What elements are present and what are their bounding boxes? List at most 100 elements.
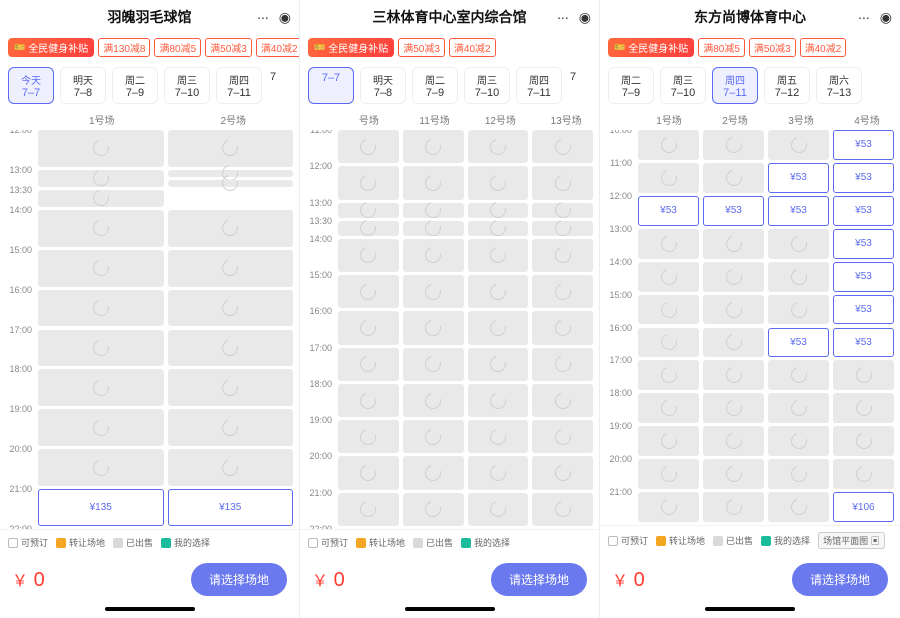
slot-available[interactable]: ¥53 <box>833 196 894 226</box>
date-tab-date: 7–12 <box>767 87 807 99</box>
close-icon[interactable]: ◉ <box>579 10 591 24</box>
time-label: 18:00 <box>609 388 632 398</box>
slot-sold <box>338 203 399 218</box>
footer: ￥ 0请选择场地 <box>600 555 900 600</box>
promo-row: 全民健身补贴满50减3满40减2 <box>300 34 599 63</box>
legend-item: 可预订 <box>608 534 648 547</box>
legend: 可预订转让场地已出售我的选择场馆平面图 ▣ <box>600 525 900 555</box>
date-tabs[interactable]: 周二7–9周三7–10周四7–11周五7–12周六7–13 <box>600 63 900 112</box>
date-tab-overflow[interactable]: 7 <box>568 67 578 104</box>
grid-body[interactable]: 12:0013:0013:3014:0015:0016:0017:0018:00… <box>0 130 299 529</box>
slot-sold <box>638 229 699 259</box>
floor-plan-button[interactable]: 场馆平面图 ▣ <box>818 532 885 549</box>
court-column: ¥53¥53¥53 <box>766 130 831 525</box>
slot-sold <box>403 348 464 381</box>
slot-available[interactable]: ¥53 <box>833 295 894 325</box>
close-icon[interactable]: ◉ <box>279 10 291 24</box>
legend-label: 转让场地 <box>69 536 105 549</box>
date-tabs[interactable]: 今天7–7明天7–8周二7–9周三7–10周四7–117 <box>0 63 299 112</box>
date-tab-label: 周三 <box>467 72 507 87</box>
slot-sold <box>703 229 764 259</box>
venue-title: 东方尚博体育中心 <box>694 7 806 27</box>
slot-available[interactable]: ¥53 <box>638 196 699 226</box>
select-court-button[interactable]: 请选择场地 <box>792 563 888 596</box>
promo-tag: 满50减3 <box>749 38 796 57</box>
time-label: 17:00 <box>309 343 332 353</box>
date-tab[interactable]: 周二7–9 <box>608 67 654 104</box>
slot-available[interactable]: ¥135 <box>38 489 164 526</box>
time-label: 22:00 <box>309 524 332 529</box>
slot-sold <box>338 221 399 236</box>
court-column <box>401 130 466 529</box>
slot-available[interactable]: ¥53 <box>833 328 894 358</box>
close-icon[interactable]: ◉ <box>880 10 892 24</box>
slot-sold <box>38 409 164 446</box>
slot-available[interactable]: ¥53 <box>768 328 829 358</box>
slot-available[interactable]: ¥106 <box>833 492 894 522</box>
date-tab[interactable]: 周四7–11 <box>712 67 758 104</box>
date-tab[interactable]: 周三7–10 <box>164 67 210 104</box>
court-column <box>530 130 595 529</box>
time-label: 12:00 <box>9 130 32 135</box>
more-icon[interactable]: ∙∙∙ <box>858 10 870 24</box>
date-tab[interactable]: 7–7 <box>308 67 354 104</box>
slot-available[interactable]: ¥53 <box>833 262 894 292</box>
slot-sold <box>468 130 529 163</box>
slot-sold <box>703 360 764 390</box>
date-tabs[interactable]: 7–7明天7–8周二7–9周三7–10周四7–117 <box>300 63 599 112</box>
slot-available[interactable]: ¥53 <box>768 196 829 226</box>
date-tab[interactable]: 周五7–12 <box>764 67 810 104</box>
slot-available[interactable]: ¥53 <box>833 130 894 160</box>
slot-sold <box>638 130 699 160</box>
date-tab[interactable]: 周四7–11 <box>216 67 262 104</box>
date-tab[interactable]: 明天7–8 <box>60 67 106 104</box>
court-column: ¥135 <box>36 130 166 529</box>
slot-available[interactable]: ¥53 <box>833 163 894 193</box>
slot-sold <box>638 492 699 522</box>
grid-body[interactable]: 11:0012:0013:0013:3014:0015:0016:0017:00… <box>300 130 599 529</box>
select-court-button[interactable]: 请选择场地 <box>191 563 287 596</box>
grid-body[interactable]: 10:0011:0012:0013:0014:0015:0016:0017:00… <box>600 130 900 525</box>
slot-sold <box>338 239 399 272</box>
slot-sold <box>638 295 699 325</box>
date-tab[interactable]: 周三7–10 <box>464 67 510 104</box>
slot-sold <box>403 239 464 272</box>
time-label: 22:00 <box>9 524 32 529</box>
select-court-button[interactable]: 请选择场地 <box>491 563 587 596</box>
slot-sold <box>468 348 529 381</box>
slot-sold <box>768 426 829 456</box>
slot-sold <box>403 166 464 199</box>
slot-available[interactable]: ¥53 <box>768 163 829 193</box>
time-label: 19:00 <box>309 415 332 425</box>
slot-available[interactable]: ¥53 <box>833 229 894 259</box>
date-tab[interactable]: 周二7–9 <box>112 67 158 104</box>
court-header: 4号场 <box>834 112 900 130</box>
date-tab[interactable]: 今天7–7 <box>8 67 54 104</box>
date-tab-label: 周二 <box>415 72 455 87</box>
slot-available[interactable]: ¥135 <box>168 489 294 526</box>
date-tab[interactable]: 周六7–13 <box>816 67 862 104</box>
legend-swatch <box>713 536 723 546</box>
slot-sold <box>338 493 399 526</box>
date-tab[interactable]: 周二7–9 <box>412 67 458 104</box>
time-axis: 11:0012:0013:0013:3014:0015:0016:0017:00… <box>300 130 336 529</box>
legend-label: 我的选择 <box>774 534 810 547</box>
slot-available[interactable]: ¥53 <box>703 196 764 226</box>
booking-grid: 1号场2号场3号场4号场10:0011:0012:0013:0014:0015:… <box>600 112 900 525</box>
date-tab-label: 明天 <box>63 72 103 87</box>
home-indicator <box>300 600 599 618</box>
legend-label: 已出售 <box>426 536 453 549</box>
date-tab[interactable]: 周三7–10 <box>660 67 706 104</box>
date-tab[interactable]: 明天7–8 <box>360 67 406 104</box>
date-tab-label: 周五 <box>767 72 807 87</box>
more-icon[interactable]: ∙∙∙ <box>557 10 569 24</box>
slot-sold <box>532 221 593 236</box>
time-label: 18:00 <box>9 364 32 374</box>
more-icon[interactable]: ∙∙∙ <box>257 10 269 24</box>
slot-sold <box>38 250 164 287</box>
date-tab[interactable]: 周四7–11 <box>516 67 562 104</box>
date-tab-overflow[interactable]: 7 <box>268 67 278 104</box>
time-label: 13:00 <box>609 224 632 234</box>
promo-tag: 满130减8 <box>98 38 150 57</box>
legend-item: 已出售 <box>713 534 753 547</box>
